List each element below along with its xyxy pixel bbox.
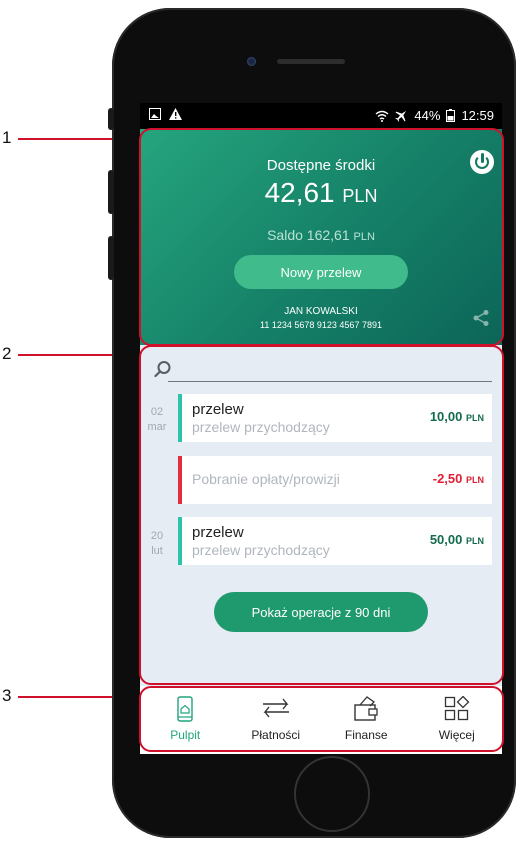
amount-value: 10,00 xyxy=(429,409,463,424)
amount-value: -2,50 xyxy=(432,471,463,486)
search-input[interactable] xyxy=(168,381,492,382)
home-icon xyxy=(177,696,193,722)
front-camera xyxy=(247,57,256,66)
status-bar: 44% 12:59 xyxy=(140,103,502,129)
date-month: mar xyxy=(147,421,167,433)
amount-currency: PLN xyxy=(466,413,484,423)
share-icon[interactable] xyxy=(472,309,490,327)
search-row[interactable] xyxy=(154,360,492,382)
bottom-nav: Pulpit Płatności Finanse Więcej xyxy=(140,686,502,754)
balance: Saldo 162,61 PLN xyxy=(140,227,502,243)
status-time: 12:59 xyxy=(461,108,494,123)
search-icon[interactable] xyxy=(154,360,172,378)
nav-item-pulpit[interactable]: Pulpit xyxy=(140,686,231,754)
volume-down-button xyxy=(108,236,114,280)
home-button[interactable] xyxy=(294,756,370,832)
date-day: 20 xyxy=(150,530,164,542)
image-icon xyxy=(149,108,161,120)
account-number: 11 1234 5678 9123 4567 7891 xyxy=(260,320,382,330)
transaction-amount: -2,50 PLN xyxy=(433,471,484,486)
transaction-title: przelew xyxy=(192,401,244,418)
nav-item-wiecej[interactable]: Więcej xyxy=(412,686,503,754)
available-amount-currency: PLN xyxy=(342,186,378,206)
callout-number: 2 xyxy=(2,344,12,363)
transaction-subtitle: przelew przychodzący xyxy=(192,542,330,558)
transaction-subtitle: przelew przychodzący xyxy=(192,419,330,435)
balance-amount: 162,61 xyxy=(306,227,350,243)
balance-label: Saldo xyxy=(267,227,303,243)
callout-number: 1 xyxy=(2,128,12,147)
volume-up-button xyxy=(108,170,114,214)
amount-value: 50,00 xyxy=(429,532,463,547)
available-funds-amount: 42,61 PLN xyxy=(140,177,502,209)
nav-label: Pulpit xyxy=(170,728,201,742)
transaction-date: 02 mar xyxy=(140,405,174,435)
transaction-row[interactable]: przelew przelew przychodzący 50,00 PLN xyxy=(178,517,492,565)
transaction-amount: 10,00 PLN xyxy=(430,409,484,424)
date-day: 02 xyxy=(150,406,164,418)
nav-item-finanse[interactable]: Finanse xyxy=(321,686,412,754)
nav-label: Więcej xyxy=(438,728,475,742)
amount-currency: PLN xyxy=(466,536,484,546)
battery-icon xyxy=(446,109,456,122)
amount-currency: PLN xyxy=(466,475,484,485)
transaction-amount: 50,00 PLN xyxy=(430,532,484,547)
mute-switch xyxy=(108,108,114,130)
transfer-arrows-icon xyxy=(262,698,289,718)
date-month: lut xyxy=(151,545,163,557)
airplane-icon xyxy=(395,110,407,122)
available-funds-label: Dostępne środki xyxy=(266,157,376,174)
app-screen: 44% 12:59 Dostępne środki 42,61 PLN Sald… xyxy=(140,103,502,754)
account-owner: JAN KOWALSKI xyxy=(284,306,358,317)
transaction-date: 20 lut xyxy=(140,529,174,559)
new-transfer-button[interactable]: Nowy przelew xyxy=(234,255,408,289)
balance-currency: PLN xyxy=(353,231,375,243)
wallet-icon xyxy=(354,696,378,721)
earpiece-speaker xyxy=(277,59,345,64)
nav-label: Płatności xyxy=(251,728,301,742)
nav-label: Finanse xyxy=(344,728,388,742)
available-amount-value: 42,61 xyxy=(264,177,335,208)
wifi-icon xyxy=(375,110,389,122)
warning-icon xyxy=(169,108,182,120)
battery-percent: 44% xyxy=(414,108,441,123)
transaction-title: przelew xyxy=(192,524,244,541)
transaction-subtitle: Pobranie opłaty/prowizji xyxy=(192,471,340,487)
transaction-row[interactable]: Pobranie opłaty/prowizji -2,50 PLN xyxy=(178,456,492,504)
nav-item-platnosci[interactable]: Płatności xyxy=(231,686,322,754)
show-90-days-button[interactable]: Pokaż operacje z 90 dni xyxy=(214,592,428,632)
transaction-row[interactable]: przelew przelew przychodzący 10,00 PLN xyxy=(178,394,492,442)
account-card: Dostępne środki 42,61 PLN Saldo 162,61 P… xyxy=(140,129,502,345)
more-shapes-icon xyxy=(444,696,470,721)
callout-number: 3 xyxy=(2,686,12,705)
